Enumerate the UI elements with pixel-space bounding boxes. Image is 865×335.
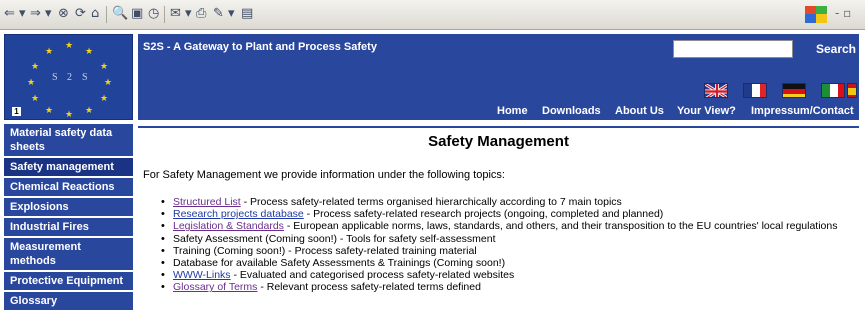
star-icon: ★ [31, 62, 40, 72]
topic-description: - Relevant process safety-related terms … [257, 281, 481, 294]
topic-list: Structured List - Process safety-related… [160, 196, 850, 294]
list-item: Structured List - Process safety-related… [160, 196, 850, 208]
star-icon: ★ [45, 47, 54, 57]
search-button[interactable]: Search [798, 40, 856, 58]
topic-description: - Process safety-related research projec… [303, 208, 664, 221]
france-flag-icon[interactable] [743, 83, 767, 98]
list-item: Research projects database - Process saf… [160, 208, 850, 220]
edit-icon[interactable]: ✎ ▾ [213, 6, 235, 22]
topic-description: Training (Coming soon!) - Process safety… [173, 244, 477, 257]
germany-flag-icon[interactable] [782, 83, 806, 98]
list-item: Database for available Safety Assessment… [160, 257, 850, 269]
research-projects-database-link[interactable]: Research projects database [173, 208, 304, 220]
list-item: Safety Assessment (Coming soon!) - Tools… [160, 233, 850, 245]
star-icon: ★ [27, 78, 36, 88]
sidebar-item-glossary[interactable]: Glossary [4, 292, 133, 310]
print-icon[interactable]: ⎙ [196, 6, 206, 22]
logo-letter: S [52, 72, 58, 83]
logo-letter: S [82, 72, 88, 83]
intro-text: For Safety Management we provide informa… [143, 169, 505, 181]
structured-list-link[interactable]: Structured List [173, 196, 241, 208]
legislation-standards-link[interactable]: Legislation & Standards [173, 220, 284, 232]
glossary-of-terms-link[interactable]: Glossary of Terms [173, 281, 257, 293]
list-item: Glossary of Terms - Relevant process saf… [160, 281, 850, 293]
search-icon[interactable]: 🔍 [112, 6, 128, 22]
sidebar-item-material-safety-data-sheets[interactable]: Material safety data sheets [4, 124, 133, 156]
list-item: WWW-Links - Evaluated and categorised pr… [160, 269, 850, 281]
sidebar-item-protective-equipment[interactable]: Protective Equipment [4, 272, 133, 290]
nav-impressum-contact[interactable]: Impressum/Contact [751, 105, 854, 117]
home-icon[interactable]: ⌂ [91, 6, 99, 22]
back-icon[interactable]: ⇐ ▾ [4, 6, 26, 22]
star-icon: ★ [31, 94, 40, 104]
star-icon: ★ [100, 94, 109, 104]
star-icon: ★ [85, 47, 94, 57]
search-input[interactable] [673, 40, 793, 58]
star-icon: ★ [100, 62, 109, 72]
star-icon: ★ [65, 110, 74, 120]
www-links-link[interactable]: WWW-Links [173, 269, 231, 281]
mail-icon[interactable]: ✉ ▾ [170, 6, 192, 22]
topic-description: - Process safety-related terms organised… [240, 196, 622, 208]
topic-description: Safety Assessment (Coming soon!) - Tools… [173, 232, 496, 245]
toolbar-separator [164, 6, 165, 23]
windows-logo-icon [805, 6, 827, 23]
content-divider [138, 126, 859, 128]
history-icon[interactable]: ◷ [148, 6, 159, 22]
site-title: S2S - A Gateway to Plant and Process Saf… [143, 41, 377, 53]
list-item: Legislation & Standards - European appli… [160, 220, 850, 232]
star-icon: ★ [45, 106, 54, 116]
list-item: Training (Coming soon!) - Process safety… [160, 245, 850, 257]
window-controls[interactable]: - ▫ [835, 6, 851, 20]
nav-about-us[interactable]: About Us [615, 105, 664, 117]
logo-letter: 2 [67, 72, 72, 83]
star-icon: ★ [104, 78, 113, 88]
site-logo[interactable]: ★ ★ ★ ★ ★ ★ ★ ★ ★ ★ ★ ★ S 2 S 1 [4, 34, 133, 120]
browser-toolbar: ⇐ ▾ ⇒ ▾ ⊗ ⟳ ⌂ 🔍 ▣ ◷ ✉ ▾ ⎙ ✎ ▾ ▤ - ▫ [0, 0, 865, 30]
spain-flag-icon[interactable] [847, 83, 857, 98]
nav-home[interactable]: Home [497, 105, 528, 117]
topic-description: Database for available Safety Assessment… [173, 257, 506, 270]
logo-corner-icon: 1 [12, 107, 21, 116]
discuss-icon[interactable]: ▤ [241, 6, 253, 22]
italy-flag-icon[interactable] [821, 83, 845, 98]
stop-icon[interactable]: ⊗ [58, 6, 69, 22]
favorites-icon[interactable]: ▣ [131, 6, 143, 22]
star-icon: ★ [85, 106, 94, 116]
sidebar-item-measurement-methods[interactable]: Measurement methods [4, 238, 133, 270]
sidebar-menu: Material safety data sheets Safety manag… [4, 124, 133, 312]
forward-icon[interactable]: ⇒ ▾ [30, 6, 52, 22]
toolbar-separator [106, 6, 107, 23]
sidebar-item-industrial-fires[interactable]: Industrial Fires [4, 218, 133, 236]
topic-description: - European applicable norms, laws, stand… [283, 220, 838, 233]
topic-description: - Evaluated and categorised process safe… [230, 269, 515, 282]
sidebar-item-explosions[interactable]: Explosions [4, 198, 133, 216]
uk-flag-icon[interactable] [704, 83, 728, 98]
refresh-icon[interactable]: ⟳ [75, 6, 86, 22]
sidebar-item-safety-management[interactable]: Safety management [4, 158, 133, 176]
sidebar-item-chemical-reactions[interactable]: Chemical Reactions [4, 178, 133, 196]
nav-your-view[interactable]: Your View? [677, 105, 736, 117]
star-icon: ★ [65, 41, 74, 51]
site-banner: S2S - A Gateway to Plant and Process Saf… [138, 34, 859, 120]
nav-downloads[interactable]: Downloads [542, 105, 601, 117]
page-title: Safety Management [428, 133, 569, 150]
